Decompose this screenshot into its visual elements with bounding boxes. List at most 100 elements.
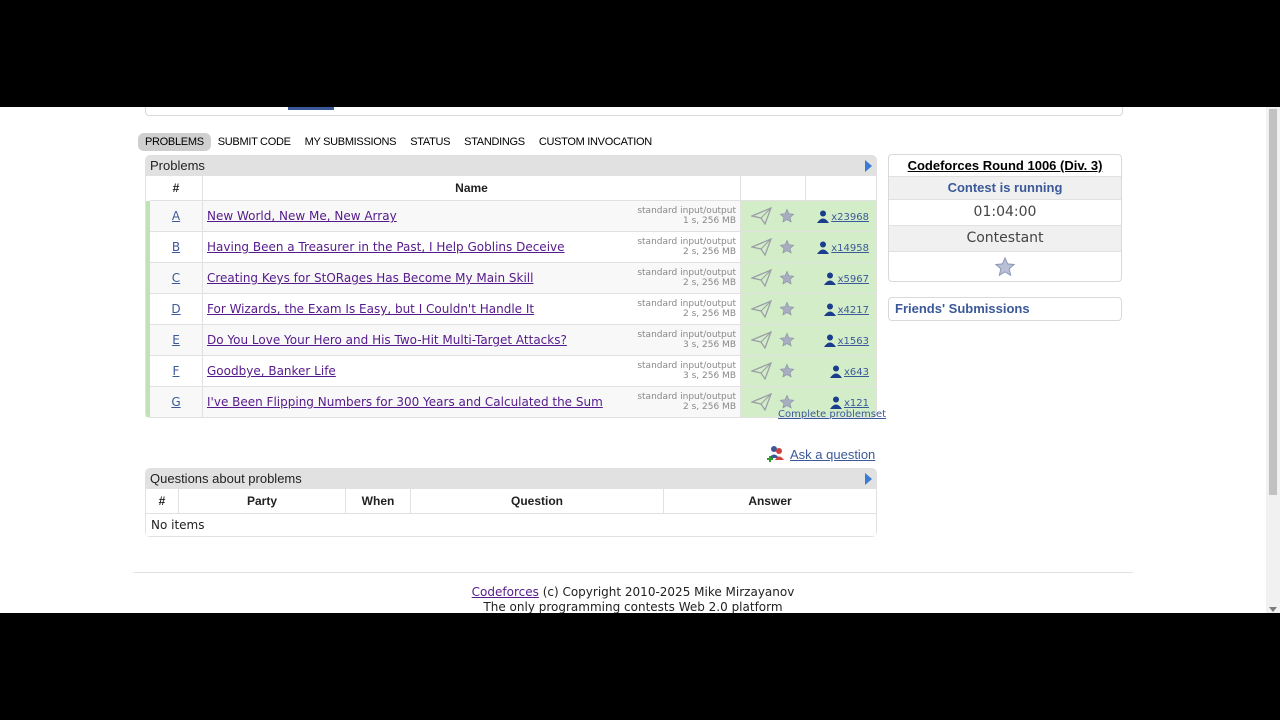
problem-limits: standard input/output 2 s, 256 MB — [637, 392, 736, 412]
user-icon — [817, 241, 830, 254]
favourite-star-icon[interactable] — [779, 270, 795, 286]
problem-io: standard input/output — [637, 268, 736, 278]
favourite-star-icon[interactable] — [779, 239, 795, 255]
problems-caption-title: Problems — [150, 158, 205, 173]
submit-icon[interactable] — [751, 393, 773, 411]
problem-name-link[interactable]: For Wizards, the Exam Is Easy, but I Cou… — [207, 302, 534, 316]
menu-custom-invocation[interactable]: CUSTOM INVOCATION — [532, 133, 659, 151]
menu-my-submissions[interactable]: MY SUBMISSIONS — [298, 133, 404, 151]
problem-actions-cell — [740, 293, 806, 325]
problem-id-link[interactable]: A — [172, 209, 180, 223]
contest-header-box — [145, 107, 1123, 116]
problem-actions-cell — [740, 231, 806, 263]
problems-table: # Name A New World, New Me, New Array stan… — [146, 176, 876, 417]
questions-caption: Questions about problems — [146, 469, 876, 489]
toggle-arrow-icon[interactable] — [865, 160, 872, 172]
user-icon — [823, 334, 836, 347]
solved-count-link[interactable]: x4217 — [838, 305, 869, 316]
contest-name-link[interactable]: Codeforces Round 1006 (Div. 3) — [889, 155, 1121, 176]
submit-icon[interactable] — [751, 207, 773, 225]
problem-id-link[interactable]: F — [173, 364, 180, 378]
problem-actions-cell — [740, 355, 806, 387]
problem-id-link[interactable]: G — [171, 395, 180, 409]
problem-id-link[interactable]: C — [172, 271, 180, 285]
problem-solved-cell: x23968 — [805, 200, 876, 232]
submit-icon[interactable] — [751, 362, 773, 380]
menu-submit-code[interactable]: SUBMIT CODE — [211, 133, 298, 151]
problem-id-link[interactable]: E — [172, 333, 180, 347]
problem-solved-cell: x1563 — [805, 324, 876, 356]
footer: Codeforces (c) Copyright 2010-2025 Mike … — [0, 585, 1266, 613]
favourite-star-icon[interactable] — [779, 332, 795, 348]
problem-actions-cell — [740, 262, 806, 294]
solved-count-link[interactable]: x1563 — [838, 336, 869, 347]
friends-submissions-box: Friends' Submissions — [888, 297, 1122, 321]
favourite-star-icon[interactable] — [779, 394, 795, 410]
complete-problemset-link[interactable]: Complete problemset — [778, 409, 886, 420]
menu-standings[interactable]: STANDINGS — [457, 133, 532, 151]
submit-icon[interactable] — [751, 238, 773, 256]
problem-limits: standard input/output 3 s, 256 MB — [637, 361, 736, 381]
problem-id-link[interactable]: D — [171, 302, 180, 316]
problem-solved-cell: x14958 — [805, 231, 876, 263]
user-icon — [817, 210, 830, 223]
problem-id-link[interactable]: B — [172, 240, 180, 254]
problem-row: C Creating Keys for StORages Has Become M… — [146, 262, 876, 294]
favourite-star-icon[interactable] — [779, 363, 795, 379]
col-question-header: Question — [410, 489, 664, 514]
problem-limits: standard input/output 2 s, 256 MB — [637, 237, 736, 257]
submit-icon[interactable] — [751, 300, 773, 318]
problem-row: B Having Been a Treasurer in the Past, I … — [146, 231, 876, 263]
problem-row: D For Wizards, the Exam Is Easy, but I Co… — [146, 293, 876, 325]
col-when-header: When — [345, 489, 411, 514]
participant-role: Contestant — [889, 225, 1121, 251]
problem-id-cell: F — [146, 355, 203, 387]
problem-name-link[interactable]: Creating Keys for StORages Has Become My… — [207, 271, 533, 285]
friends-submissions-title: Friends' Submissions — [895, 301, 1030, 316]
problem-name-cell: I've Been Flipping Numbers for 300 Years… — [202, 386, 741, 417]
problem-name-link[interactable]: Goodbye, Banker Life — [207, 364, 336, 378]
submit-icon[interactable] — [751, 331, 773, 349]
problems-caption: Problems — [146, 156, 876, 176]
star-icon[interactable] — [994, 256, 1016, 278]
questions-caption-title: Questions about problems — [150, 471, 302, 486]
favourite-star-icon[interactable] — [779, 301, 795, 317]
col-solved-header — [805, 176, 876, 201]
submit-icon[interactable] — [751, 269, 773, 287]
menu-problems[interactable]: PROBLEMS — [138, 133, 211, 151]
footer-site-link[interactable]: Codeforces — [472, 585, 539, 599]
ask-question-row: Ask a question — [766, 443, 875, 465]
problem-name-link[interactable]: I've Been Flipping Numbers for 300 Years… — [207, 395, 603, 409]
solved-count-link[interactable]: x23968 — [831, 212, 869, 223]
scroll-down-arrow-icon[interactable] — [1269, 607, 1277, 612]
vertical-scrollbar[interactable] — [1266, 107, 1280, 613]
solved-count-link[interactable]: x14958 — [831, 243, 869, 254]
problem-name-link[interactable]: Do You Love Your Hero and His Two-Hit Mu… — [207, 333, 567, 347]
problem-row: A New World, New Me, New Array standard in… — [146, 200, 876, 232]
menu-status[interactable]: STATUS — [403, 133, 457, 151]
ask-question-link[interactable]: Ask a question — [790, 447, 875, 462]
problem-limits: standard input/output 2 s, 256 MB — [637, 299, 736, 319]
problem-io: standard input/output — [637, 299, 736, 309]
col-name-header: Name — [202, 176, 741, 201]
solved-count-link[interactable]: x5967 — [838, 274, 869, 285]
solved-count-link[interactable]: x121 — [844, 398, 869, 409]
scrollbar-thumb[interactable] — [1269, 109, 1277, 495]
problems-table-box: Problems # Name A New World, New Me, New … — [145, 155, 877, 418]
favourite-star-icon[interactable] — [779, 208, 795, 224]
problem-time-memory: 1 s, 256 MB — [683, 216, 736, 226]
problem-id-cell: G — [146, 386, 203, 417]
solved-count-link[interactable]: x643 — [844, 367, 869, 378]
problem-name-link[interactable]: New World, New Me, New Array — [207, 209, 397, 223]
col-answer-header: Answer — [663, 489, 876, 514]
questions-table-box: Questions about problems # Party When Qu… — [145, 468, 877, 537]
problem-name-cell: Creating Keys for StORages Has Become My… — [202, 262, 741, 294]
problem-name-link[interactable]: Having Been a Treasurer in the Past, I H… — [207, 240, 565, 254]
toggle-arrow-icon[interactable] — [865, 473, 872, 485]
footer-tagline: The only programming contests Web 2.0 pl… — [483, 600, 783, 613]
problem-name-cell: Goodbye, Banker Life standard input/outpu… — [202, 355, 741, 387]
col-q-id-header: # — [146, 489, 179, 514]
favourite-star-row — [889, 251, 1121, 281]
problem-actions-cell — [740, 200, 806, 232]
problem-solved-cell: x643 — [805, 355, 876, 387]
